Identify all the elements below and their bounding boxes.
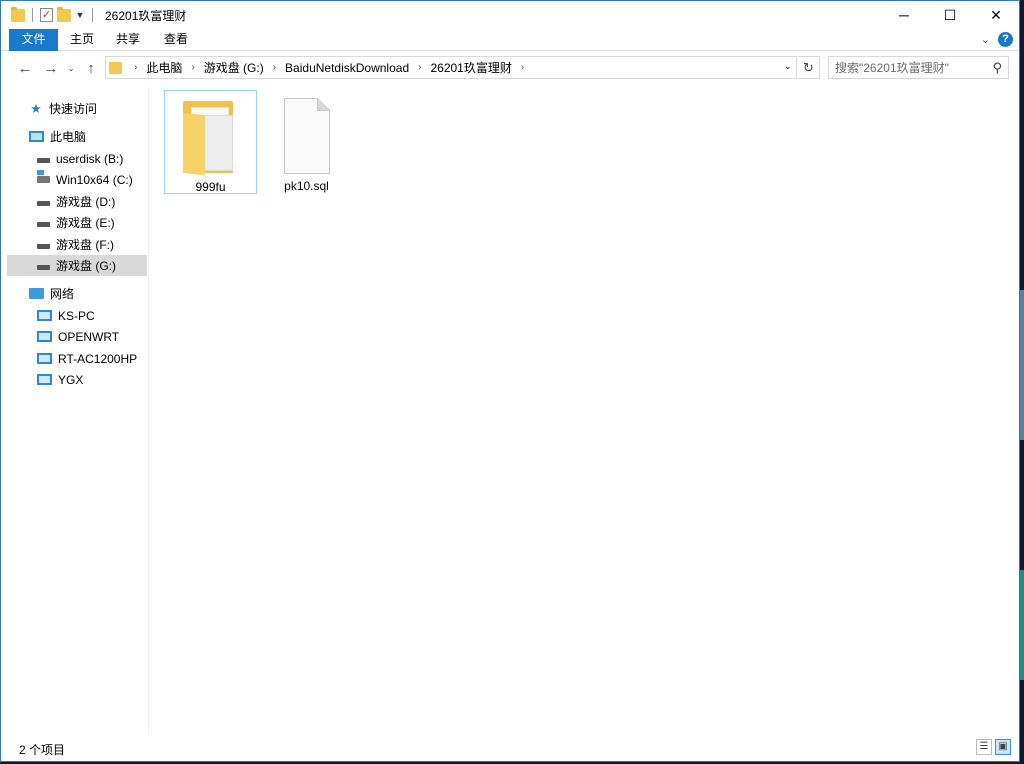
nav-label: 快速访问	[49, 102, 98, 116]
folder-icon	[109, 61, 122, 74]
properties-icon[interactable]: ✓	[40, 8, 53, 22]
network-icon	[29, 288, 44, 299]
nav-label: 游戏盘 (E:)	[56, 216, 115, 230]
nav-network[interactable]: 网络	[7, 283, 147, 304]
toolbar-divider	[32, 8, 33, 22]
item-count: 2 个项目	[19, 743, 66, 757]
nav-label: userdisk (B:)	[56, 151, 124, 166]
navigation-pane: ★ 快速访问 此电脑 userdisk (B:) Win10x64 (C:) 游…	[1, 87, 149, 735]
new-folder-icon[interactable]	[57, 6, 71, 22]
chevron-right-icon[interactable]: ›	[412, 62, 427, 73]
system-drive-icon	[37, 170, 50, 183]
address-bar[interactable]: › 此电脑 › 游戏盘 (G:) › BaiduNetdiskDownload …	[105, 56, 797, 79]
computer-icon	[29, 131, 44, 142]
breadcrumb-baidu-download[interactable]: BaiduNetdiskDownload	[282, 61, 412, 75]
desktop-background	[1020, 0, 1024, 764]
chevron-right-icon[interactable]: ›	[128, 62, 143, 73]
chevron-right-icon[interactable]: ›	[185, 62, 200, 73]
chevron-down-icon[interactable]: ⌄	[981, 33, 990, 46]
title-bar[interactable]: ✓ ▼ 26201玖富理财 ─ ☐ ✕	[1, 1, 1019, 29]
nav-label: OPENWRT	[58, 329, 120, 344]
ribbon-tabs: 文件 主页 共享 查看 ⌄ ?	[1, 29, 1019, 51]
nav-drive-b[interactable]: userdisk (B:)	[7, 148, 147, 169]
tab-file[interactable]: 文件	[9, 29, 58, 51]
maximize-button[interactable]: ☐	[927, 1, 973, 29]
monitor-icon	[37, 374, 52, 385]
nav-drive-g[interactable]: 游戏盘 (G:)	[7, 255, 147, 276]
nav-label: 游戏盘 (F:)	[56, 238, 114, 252]
drive-icon	[37, 265, 50, 270]
nav-computer-ygx[interactable]: YGX	[7, 369, 147, 390]
file-tile-folder[interactable]: 999fu	[164, 90, 257, 194]
recent-locations-icon[interactable]: ⌄	[65, 58, 77, 78]
search-icon[interactable]: ⚲	[992, 60, 1002, 76]
details-view-icon[interactable]: ☰	[976, 739, 992, 755]
status-bar: 2 个项目 ☰ ▣	[1, 737, 1019, 761]
drive-icon	[37, 201, 50, 206]
back-arrow-icon[interactable]: ←	[15, 58, 35, 78]
document-icon	[284, 98, 330, 174]
nav-label: Win10x64 (C:)	[56, 172, 133, 187]
file-tile-document[interactable]: pk10.sql	[260, 90, 353, 194]
address-dropdown-icon[interactable]: ⌄	[784, 61, 792, 72]
forward-arrow-icon[interactable]: →	[41, 58, 61, 78]
window-controls: ─ ☐ ✕	[881, 1, 1019, 29]
search-input[interactable]	[835, 57, 985, 78]
drive-icon	[37, 244, 50, 249]
refresh-icon[interactable]: ↻	[798, 56, 820, 79]
search-box[interactable]: ⚲	[828, 56, 1009, 79]
nav-quick-access[interactable]: ★ 快速访问	[7, 98, 147, 119]
drive-icon	[37, 158, 50, 163]
help-icon[interactable]: ?	[998, 32, 1013, 47]
file-list[interactable]: 999fu pk10.sql	[150, 87, 1019, 735]
monitor-icon	[37, 331, 52, 342]
file-name: pk10.sql	[284, 179, 329, 193]
up-arrow-icon[interactable]: ↑	[81, 58, 101, 78]
tab-home[interactable]: 主页	[62, 29, 102, 51]
navigation-bar: ← → ⌄ ↑ › 此电脑 › 游戏盘 (G:) › BaiduNetdiskD…	[1, 52, 1019, 84]
explorer-window: ✓ ▼ 26201玖富理财 ─ ☐ ✕ 文件 主页 共享 查看 ⌄ ? ← → …	[0, 0, 1020, 762]
nav-drive-d[interactable]: 游戏盘 (D:)	[7, 191, 147, 212]
window-title: 26201玖富理财	[105, 9, 187, 23]
chevron-right-icon[interactable]: ›	[515, 62, 530, 73]
nav-label: 此电脑	[50, 130, 87, 144]
nav-drive-e[interactable]: 游戏盘 (E:)	[7, 212, 147, 233]
close-button[interactable]: ✕	[973, 1, 1019, 29]
monitor-icon	[37, 310, 52, 321]
view-switcher: ☰ ▣	[976, 739, 1011, 755]
tab-view[interactable]: 查看	[155, 29, 197, 51]
large-icons-view-icon[interactable]: ▣	[995, 739, 1011, 755]
nav-drive-f[interactable]: 游戏盘 (F:)	[7, 234, 147, 255]
nav-label: YGX	[58, 372, 84, 387]
nav-computer-openwrt[interactable]: OPENWRT	[7, 326, 147, 347]
toolbar-divider	[92, 8, 93, 22]
star-icon: ★	[30, 100, 42, 116]
folder-icon	[183, 101, 239, 176]
nav-label: KS-PC	[58, 308, 95, 323]
tab-share[interactable]: 共享	[108, 29, 148, 51]
file-name: 999fu	[195, 180, 226, 194]
nav-label: 游戏盘 (D:)	[56, 195, 116, 209]
customize-toolbar-icon[interactable]: ▼	[75, 10, 85, 20]
nav-label: RT-AC1200HP	[58, 351, 138, 366]
ribbon-right-controls: ⌄ ?	[981, 32, 1013, 47]
folder-icon	[11, 6, 25, 22]
breadcrumb-current-folder[interactable]: 26201玖富理财	[427, 59, 514, 76]
breadcrumb-this-pc[interactable]: 此电脑	[143, 59, 185, 76]
chevron-right-icon[interactable]: ›	[267, 62, 282, 73]
breadcrumb-drive-g[interactable]: 游戏盘 (G:)	[201, 59, 267, 76]
quick-access-toolbar: ✓ ▼	[11, 5, 96, 25]
nav-drive-c[interactable]: Win10x64 (C:)	[7, 169, 147, 190]
nav-computer-rt-ac1200hp[interactable]: RT-AC1200HP	[7, 348, 147, 369]
nav-computer-ks-pc[interactable]: KS-PC	[7, 305, 147, 326]
minimize-button[interactable]: ─	[881, 1, 927, 29]
monitor-icon	[37, 353, 52, 364]
nav-label: 网络	[50, 287, 75, 301]
nav-this-pc[interactable]: 此电脑	[7, 126, 147, 147]
nav-label: 游戏盘 (G:)	[56, 259, 116, 273]
drive-icon	[37, 222, 50, 227]
